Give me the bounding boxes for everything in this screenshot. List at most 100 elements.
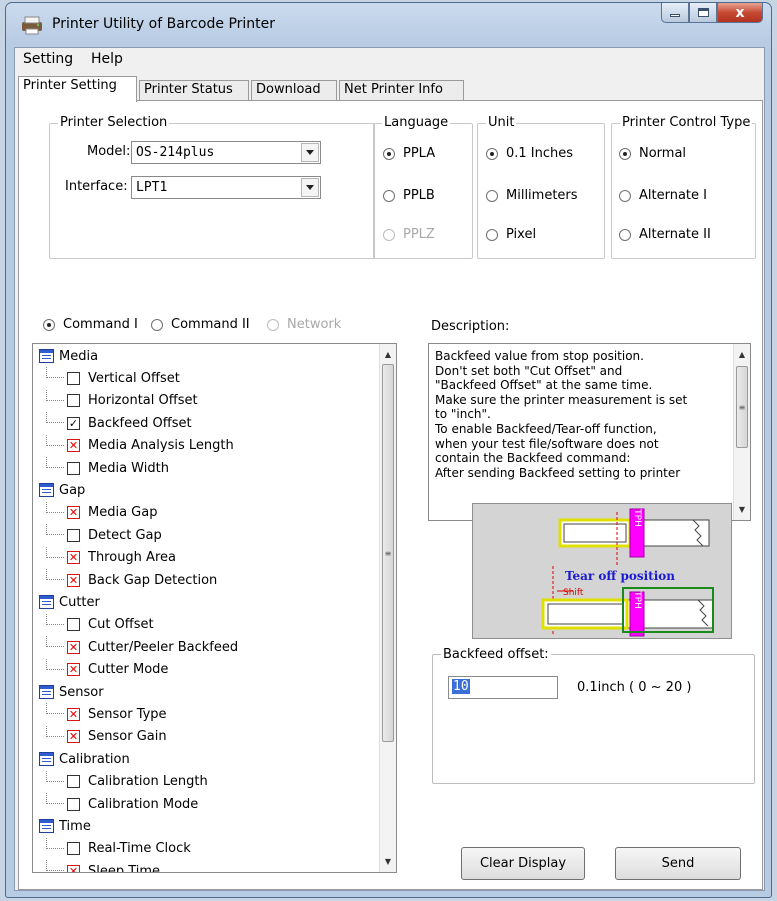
description-box[interactable]: Backfeed value from stop position. Don't … — [428, 343, 751, 521]
minimize-button[interactable] — [661, 3, 689, 23]
tab-net-printer-info[interactable]: Net Printer Info — [339, 80, 464, 100]
x-checkbox-icon[interactable]: ✕ — [67, 864, 80, 872]
tree-category[interactable]: Cutter — [33, 591, 100, 613]
checkbox-icon[interactable] — [67, 775, 80, 789]
description-line: Make sure the printer measurement is set — [435, 392, 688, 407]
tree-item[interactable]: ✕ Sleep Time — [33, 860, 160, 872]
command-2-radio[interactable]: Command II — [151, 317, 250, 332]
language-pplz-radio: PPLZ — [383, 227, 435, 242]
clear-display-button[interactable]: Clear Display — [461, 847, 585, 880]
unit-pixel-radio[interactable]: Pixel — [486, 227, 536, 242]
radio-button-icon — [619, 147, 631, 160]
tree-item[interactable]: Real-Time Clock — [33, 837, 191, 860]
tree-item-label: Through Area — [88, 550, 176, 566]
radio-button-icon — [486, 147, 498, 160]
language-ppla-radio[interactable]: PPLA — [383, 146, 435, 161]
scroll-down-icon[interactable]: ▼ — [380, 853, 396, 870]
tree-item[interactable]: ✕ Cutter/Peeler Backfeed — [33, 636, 238, 658]
control-alternate-1-label: Alternate I — [639, 188, 707, 203]
tab-printer-status[interactable]: Printer Status — [139, 80, 249, 100]
unit-label: Unit — [486, 115, 517, 130]
interface-select[interactable]: LPT1 — [131, 176, 321, 199]
tree-item[interactable]: ✕ Sensor Type — [33, 703, 167, 725]
tree-item[interactable]: ✕ Back Gap Detection — [33, 569, 217, 591]
tab-download[interactable]: Download — [251, 80, 337, 100]
x-checkbox-icon[interactable]: ✕ — [67, 506, 80, 520]
checked-checkbox-icon[interactable]: ✓ — [67, 416, 80, 430]
tree-item[interactable]: ✕ Media Gap — [33, 501, 157, 524]
x-checkbox-icon[interactable]: ✕ — [67, 551, 80, 565]
checkbox-icon[interactable] — [67, 394, 80, 408]
tree-item-label: Horizontal Offset — [88, 393, 198, 409]
control-alternate-2-radio[interactable]: Alternate II — [619, 227, 711, 242]
unit-millimeters-radio[interactable]: Millimeters — [486, 188, 578, 203]
tree-branch-line — [46, 434, 64, 446]
x-checkbox-icon[interactable]: ✕ — [67, 707, 80, 721]
control-normal-radio[interactable]: Normal — [619, 146, 686, 161]
checkbox-icon[interactable] — [67, 842, 80, 856]
model-dropdown-button[interactable] — [301, 143, 319, 162]
maximize-button[interactable] — [689, 3, 717, 23]
command-1-radio[interactable]: Command I — [43, 317, 138, 332]
tree-item[interactable]: ✕ Through Area — [33, 546, 176, 569]
x-checkbox-icon[interactable]: ✕ — [67, 439, 80, 453]
tree-branch-line — [46, 613, 64, 625]
tree-item[interactable]: Media Width — [33, 457, 169, 479]
description-scrollbar[interactable]: ▲ ≡ ▼ — [733, 344, 750, 520]
close-button[interactable]: x — [717, 3, 763, 23]
scroll-up-icon[interactable]: ▲ — [380, 346, 396, 363]
command-2-label: Command II — [171, 317, 250, 332]
tree-item[interactable]: Detect Gap — [33, 524, 162, 546]
checkbox-icon[interactable] — [67, 528, 80, 542]
tree-scrollbar[interactable]: ▲ ≡ ▼ — [379, 344, 396, 872]
tree-item[interactable]: Calibration Length — [33, 770, 208, 793]
menu-help[interactable]: Help — [91, 51, 123, 67]
tree-branch-line — [46, 837, 64, 849]
control-normal-label: Normal — [639, 146, 687, 161]
checkbox-icon[interactable] — [67, 371, 80, 385]
checkbox-icon[interactable] — [67, 618, 80, 632]
model-select[interactable]: OS-214plus — [131, 141, 321, 164]
x-checkbox-icon[interactable]: ✕ — [67, 663, 80, 677]
tree-category[interactable]: Sensor — [33, 681, 104, 703]
tree-category[interactable]: Time — [33, 815, 91, 837]
control-alternate-1-radio[interactable]: Alternate I — [619, 188, 707, 203]
tree-category[interactable]: Gap — [33, 479, 85, 501]
scroll-up-icon[interactable]: ▲ — [734, 346, 750, 363]
tree-item[interactable]: Cut Offset — [33, 613, 154, 636]
tear-off-label: Tear off position — [565, 569, 675, 583]
settings-tree[interactable]: Media Vertical Offset Horizontal Offset ✓ Ba… — [32, 343, 397, 873]
checkbox-icon[interactable] — [67, 461, 80, 475]
scrollbar-thumb[interactable]: ≡ — [382, 364, 394, 742]
tree-item[interactable]: Calibration Mode — [33, 793, 198, 815]
chevron-down-icon — [306, 150, 314, 155]
scroll-down-icon[interactable]: ▼ — [734, 501, 750, 518]
menu-setting[interactable]: Setting — [23, 51, 73, 67]
send-button[interactable]: Send — [615, 847, 741, 880]
tree-category[interactable]: Calibration — [33, 748, 130, 770]
backfeed-input[interactable]: 10 — [448, 676, 558, 699]
title-bar[interactable]: Printer Utility of Barcode Printer x — [6, 3, 771, 47]
tree-item[interactable]: Vertical Offset — [33, 367, 180, 389]
tree-item[interactable]: Horizontal Offset — [33, 389, 198, 412]
tree-branch-line — [46, 501, 64, 513]
backfeed-label: Backfeed offset: — [441, 647, 551, 662]
tree-item[interactable]: ✕ Cutter Mode — [33, 658, 168, 681]
x-checkbox-icon[interactable]: ✕ — [67, 573, 80, 587]
tree-branch-line — [46, 524, 64, 536]
tree-category[interactable]: Media — [33, 345, 98, 367]
interface-dropdown-button[interactable] — [301, 178, 319, 197]
tree-branch-line — [46, 389, 64, 401]
language-pplb-radio[interactable]: PPLB — [383, 188, 435, 203]
checkbox-icon[interactable] — [67, 797, 80, 811]
x-checkbox-icon[interactable]: ✕ — [67, 730, 80, 744]
tree-item-label: Sensor Gain — [88, 729, 167, 745]
tab-printer-setting[interactable]: Printer Setting — [18, 76, 137, 102]
tree-item[interactable]: ✓ Backfeed Offset — [33, 412, 192, 434]
x-checkbox-icon[interactable]: ✕ — [67, 640, 80, 654]
scrollbar-thumb[interactable]: ≡ — [736, 366, 748, 448]
tree-item[interactable]: ✕ Sensor Gain — [33, 725, 167, 748]
tree-item[interactable]: ✕ Media Analysis Length — [33, 434, 234, 457]
description-label: Description: — [431, 319, 510, 334]
unit-inches-radio[interactable]: 0.1 Inches — [486, 146, 573, 161]
